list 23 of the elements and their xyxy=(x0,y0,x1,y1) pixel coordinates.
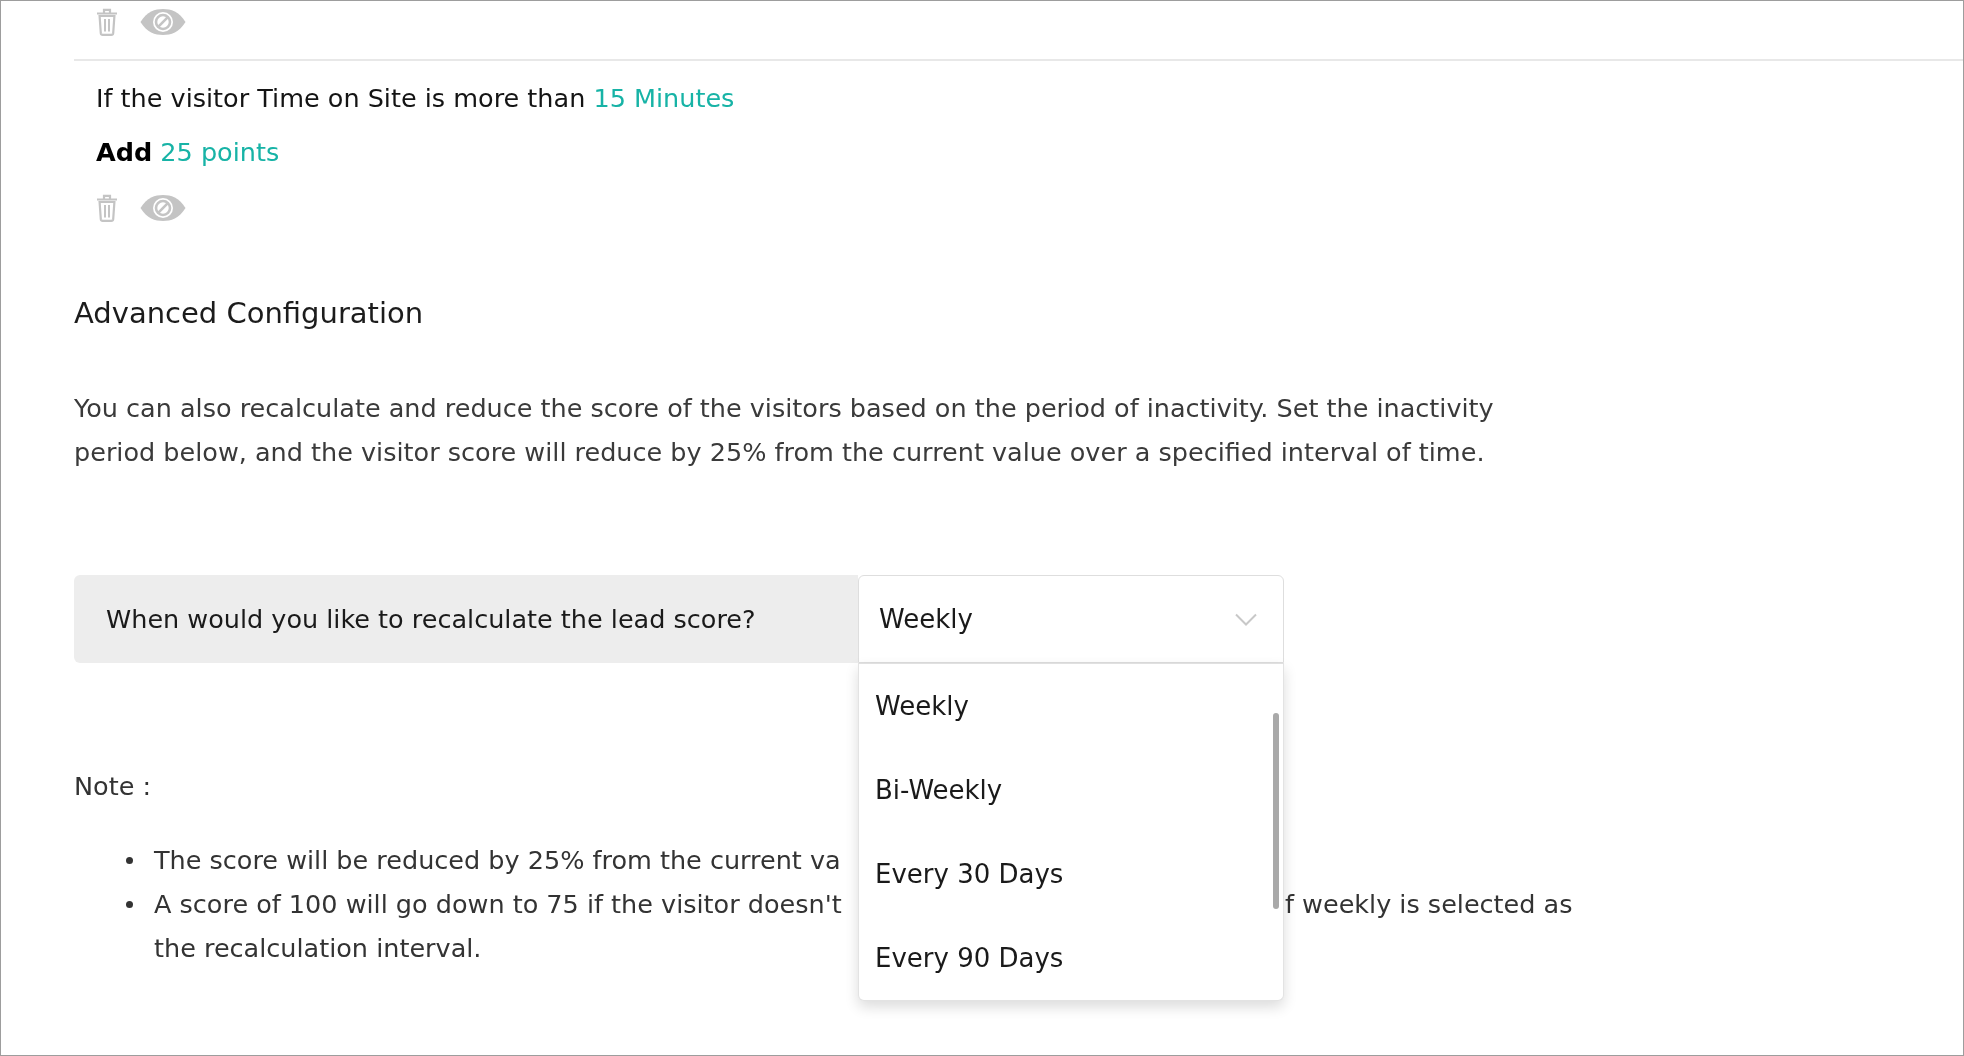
note-text: the recalculation interval. xyxy=(154,932,482,965)
rule-condition-text: If the visitor Time on Site is more than 15 Minutes xyxy=(96,82,735,115)
note-label: Note : xyxy=(74,770,152,803)
dropdown-option[interactable]: Every 90 Days xyxy=(859,916,1283,1000)
chevron-down-icon xyxy=(1235,612,1257,626)
bullet-icon xyxy=(126,856,133,864)
rule-action-text: Add 25 points xyxy=(96,136,280,169)
eye-slash-icon[interactable] xyxy=(140,194,186,222)
scrollbar-thumb[interactable] xyxy=(1273,713,1279,909)
note-text: A score of 100 will go down to 75 if the visitor doesn't xyxy=(154,888,842,921)
note-text: f weekly is selected as xyxy=(1284,888,1573,921)
question-label: When would you like to recalculate the lead score? xyxy=(74,575,858,663)
dropdown-option[interactable]: Weekly xyxy=(859,664,1283,748)
bullet-icon xyxy=(126,900,133,908)
note-text: The score will be reduced by 25% from the current va xyxy=(154,844,841,877)
dropdown-option[interactable]: Bi-Weekly xyxy=(859,748,1283,832)
eye-slash-icon[interactable] xyxy=(140,8,186,36)
interval-dropdown[interactable]: Weekly xyxy=(858,575,1284,663)
trash-icon[interactable] xyxy=(96,8,118,36)
trash-icon[interactable] xyxy=(96,194,118,222)
description-text: You can also recalculate and reduce the score of the visitors based on the period of inactivity. Set the inactivity period below, and the visitor score will reduce by 25% from the current value over a specified interval of time. xyxy=(74,392,1495,469)
section-heading: Advanced Configuration xyxy=(74,295,424,332)
dropdown-option[interactable]: Every 30 Days xyxy=(859,832,1283,916)
